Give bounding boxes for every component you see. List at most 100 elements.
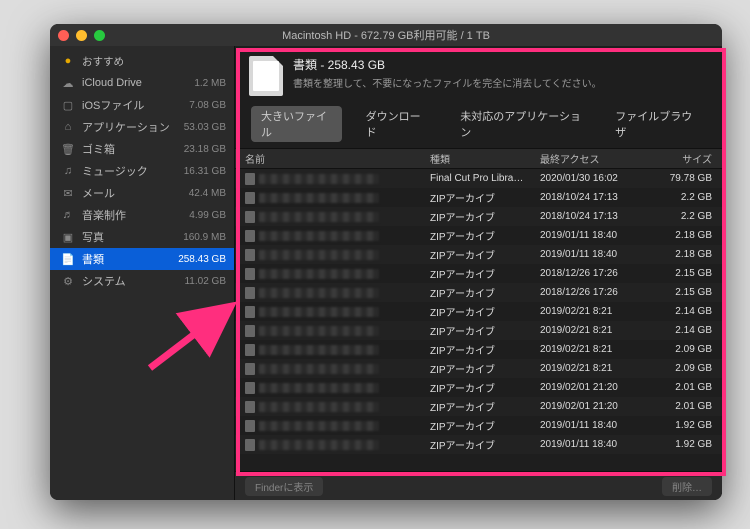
cell-date: 2018/10/24 17:13 (540, 192, 650, 203)
sidebar-item-icon: ☁ (60, 77, 76, 90)
file-icon (245, 173, 255, 185)
sidebar-item-label: 写真 (82, 229, 183, 245)
cell-kind: ZIPアーカイブ (430, 285, 540, 300)
table-row[interactable]: ZIPアーカイブ2019/01/11 18:401.92 GB (235, 435, 722, 454)
cell-date: 2019/02/21 8:21 (540, 325, 650, 336)
sidebar-item-icon: ⌂ (60, 121, 76, 133)
sidebar-item-label: システム (82, 273, 184, 289)
sidebar-header: ● おすすめ (50, 50, 234, 72)
show-in-finder-button[interactable]: Finderに表示 (245, 477, 323, 496)
sidebar-item-size: 4.99 GB (189, 210, 226, 221)
table-row[interactable]: Final Cut Pro Libra…2020/01/30 16:0279.7… (235, 169, 722, 188)
sidebar-item-8[interactable]: 📄書類258.43 GB (50, 248, 234, 270)
table-row[interactable]: ZIPアーカイブ2019/02/21 8:212.14 GB (235, 321, 722, 340)
cell-date: 2019/01/11 18:40 (540, 249, 650, 260)
sidebar-item-size: 7.08 GB (189, 100, 226, 111)
cell-kind: ZIPアーカイブ (430, 418, 540, 433)
cell-size: 2.01 GB (650, 401, 712, 412)
sidebar-item-icon: ♬ (60, 209, 76, 221)
sidebar-item-6[interactable]: ♬ 音楽制作4.99 GB (50, 204, 234, 226)
cell-size: 2.18 GB (650, 230, 712, 241)
sidebar-item-label: 音楽制作 (82, 207, 189, 223)
file-icon (245, 287, 255, 299)
minimize-icon[interactable] (76, 30, 87, 41)
sidebar-item-1[interactable]: ▢iOSファイル7.08 GB (50, 94, 234, 116)
col-name[interactable]: 名前 (245, 151, 430, 166)
file-icon (245, 306, 255, 318)
sidebar-item-size: 11.02 GB (184, 276, 226, 287)
sidebar-item-9[interactable]: ⚙ システム11.02 GB (50, 270, 234, 292)
table-row[interactable]: ZIPアーカイブ2019/02/21 8:212.09 GB (235, 359, 722, 378)
table-row[interactable]: ZIPアーカイブ2018/12/26 17:262.15 GB (235, 264, 722, 283)
cell-date: 2019/02/01 21:20 (540, 401, 650, 412)
tab-0[interactable]: 大きいファイル (251, 106, 342, 142)
file-icon (245, 211, 255, 223)
file-icon (245, 344, 255, 356)
sidebar-item-4[interactable]: ♫ミュージック16.31 GB (50, 160, 234, 182)
cell-size: 2.2 GB (650, 211, 712, 222)
sidebar-item-7[interactable]: ▣写真160.9 MB (50, 226, 234, 248)
cell-size: 2.09 GB (650, 344, 712, 355)
sidebar-item-0[interactable]: ☁iCloud Drive1.2 MB (50, 72, 234, 94)
tab-1[interactable]: ダウンロード (356, 106, 437, 142)
redacted-filename (259, 250, 379, 260)
footer: Finderに表示 削除… (235, 471, 722, 500)
redacted-filename (259, 212, 379, 222)
cell-date: 2019/02/21 8:21 (540, 344, 650, 355)
file-icon (245, 401, 255, 413)
cell-kind: ZIPアーカイブ (430, 361, 540, 376)
table-row[interactable]: ZIPアーカイブ2019/01/11 18:402.18 GB (235, 245, 722, 264)
table-row[interactable]: ZIPアーカイブ2018/12/26 17:262.15 GB (235, 283, 722, 302)
table-row[interactable]: ZIPアーカイブ2018/10/24 17:132.2 GB (235, 207, 722, 226)
sidebar-item-size: 23.18 GB (184, 144, 226, 155)
sidebar-item-size: 160.9 MB (183, 232, 226, 243)
cell-size: 2.15 GB (650, 287, 712, 298)
file-icon (245, 382, 255, 394)
redacted-filename (259, 421, 379, 431)
cell-date: 2019/02/21 8:21 (540, 306, 650, 317)
sidebar: ● おすすめ ☁iCloud Drive1.2 MB▢iOSファイル7.08 G… (50, 46, 235, 500)
sidebar-item-5[interactable]: ✉メール42.4 MB (50, 182, 234, 204)
table-row[interactable]: ZIPアーカイブ2019/01/11 18:402.18 GB (235, 226, 722, 245)
sidebar-item-icon: ♫ (60, 165, 76, 177)
cell-size: 2.14 GB (650, 325, 712, 336)
file-icon (245, 439, 255, 451)
redacted-filename (259, 307, 379, 317)
col-kind[interactable]: 種類 (430, 151, 540, 166)
main-panel: 書類 - 258.43 GB 書類を整理して、不要になったファイルを完全に消去し… (235, 46, 722, 500)
cell-kind: ZIPアーカイブ (430, 399, 540, 414)
col-date[interactable]: 最終アクセス (540, 151, 650, 166)
storage-management-window: Macintosh HD - 672.79 GB利用可能 / 1 TB ● おす… (50, 24, 722, 500)
sidebar-item-size: 53.03 GB (184, 122, 226, 133)
sidebar-item-size: 42.4 MB (189, 188, 226, 199)
table-row[interactable]: ZIPアーカイブ2019/02/21 8:212.14 GB (235, 302, 722, 321)
sidebar-header-label: おすすめ (82, 54, 226, 69)
sidebar-item-icon: ⚙ (60, 275, 76, 288)
table-row[interactable]: ZIPアーカイブ2019/02/01 21:202.01 GB (235, 397, 722, 416)
cell-size: 1.92 GB (650, 420, 712, 431)
sidebar-item-label: iCloud Drive (82, 77, 194, 89)
cell-kind: ZIPアーカイブ (430, 247, 540, 262)
tab-2[interactable]: 未対応のアプリケーション (450, 106, 591, 142)
tab-3[interactable]: ファイルブラウザ (605, 106, 706, 142)
close-icon[interactable] (58, 30, 69, 41)
redacted-filename (259, 383, 379, 393)
redacted-filename (259, 231, 379, 241)
table-row[interactable]: ZIPアーカイブ2019/02/21 8:212.09 GB (235, 340, 722, 359)
cell-date: 2019/01/11 18:40 (540, 439, 650, 450)
table-row[interactable]: ZIPアーカイブ2018/10/24 17:132.2 GB (235, 188, 722, 207)
cell-size: 2.01 GB (650, 382, 712, 393)
file-icon (245, 230, 255, 242)
sidebar-item-2[interactable]: ⌂アプリケーション53.03 GB (50, 116, 234, 138)
category-subtitle: 書類を整理して、不要になったファイルを完全に消去してください。 (293, 75, 602, 90)
window-title: Macintosh HD - 672.79 GB利用可能 / 1 TB (50, 27, 722, 43)
table-row[interactable]: ZIPアーカイブ2019/02/01 21:202.01 GB (235, 378, 722, 397)
table-row[interactable]: ZIPアーカイブ2019/01/11 18:401.92 GB (235, 416, 722, 435)
col-size[interactable]: サイズ (650, 151, 712, 166)
category-title: 書類 - 258.43 GB (293, 56, 602, 73)
cell-kind: ZIPアーカイブ (430, 209, 540, 224)
tabs: 大きいファイルダウンロード未対応のアプリケーションファイルブラウザ (235, 102, 722, 148)
sidebar-item-3[interactable]: 🗑ゴミ箱23.18 GB (50, 138, 234, 160)
zoom-icon[interactable] (94, 30, 105, 41)
delete-button[interactable]: 削除… (662, 477, 712, 496)
